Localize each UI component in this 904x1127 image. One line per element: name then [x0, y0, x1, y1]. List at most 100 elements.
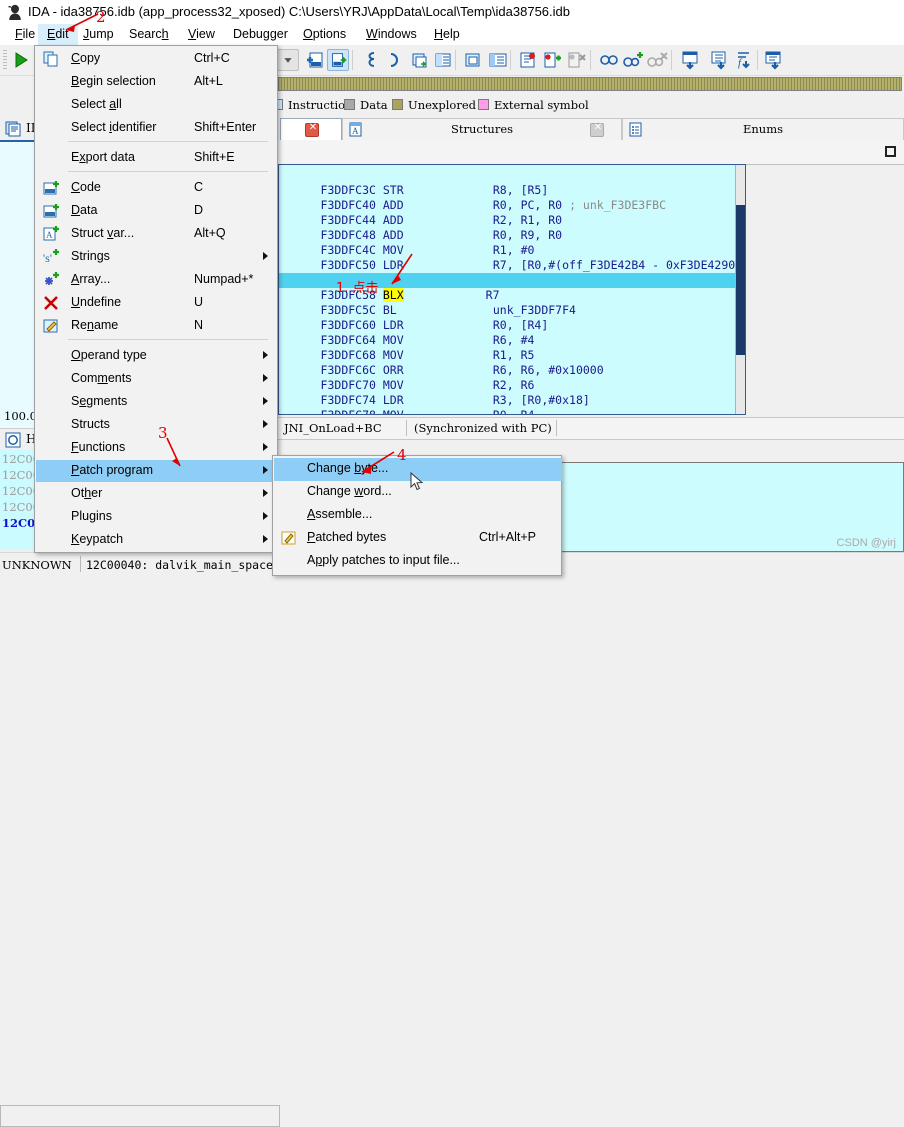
step-out-icon[interactable] — [763, 49, 785, 71]
code-line[interactable]: F3DDFC3C STR R8, [R5] — [279, 168, 745, 197]
submenu-arrow-icon — [263, 420, 268, 428]
code-line[interactable]: F3DDFC48 ADD R0, R9, R0 — [279, 213, 745, 242]
tab-close-button-structures[interactable]: ✕ — [590, 122, 604, 137]
undo-icon[interactable] — [384, 49, 406, 71]
graph-view-icon[interactable] — [462, 49, 484, 71]
code-operands: R0, R4 — [493, 408, 535, 414]
menu-view[interactable]: View — [179, 24, 224, 45]
menu-item-assemble[interactable]: Assemble... — [274, 504, 562, 527]
menu-item-rename[interactable]: Rename N — [36, 315, 278, 337]
menu-item-strings[interactable]: 's' Strings — [36, 246, 278, 268]
undefine-icon — [44, 296, 58, 310]
legend-label-unexplored: Unexplored — [408, 98, 477, 112]
menu-item-select-identifier[interactable]: Select identifier Shift+Enter — [36, 117, 278, 139]
tab-structures[interactable]: A Structures ✕ — [342, 118, 622, 140]
scrollbar-thumb[interactable] — [736, 205, 745, 355]
menu-item-patched-bytes[interactable]: Patched bytes Ctrl+Alt+P — [274, 527, 562, 550]
code-line[interactable]: F3DDFC54 SUBR0, R11, #-var_20 — [279, 258, 745, 287]
flow-chart-icon[interactable] — [487, 49, 509, 71]
code-line[interactable]: F3DDFC74 LDR R3, [R0,#0x18] — [279, 378, 745, 407]
code-mnemonic: MOV — [383, 408, 493, 414]
data-icon — [43, 204, 59, 218]
menu-item-comments[interactable]: Comments — [36, 368, 278, 390]
navigation-band[interactable] — [278, 77, 902, 91]
menu-bar: File Edit Jump Search View Debugger Opti… — [0, 24, 904, 45]
menu-item-data[interactable]: Data D — [36, 200, 278, 222]
menu-label: Comments — [71, 371, 132, 385]
code-line[interactable]: F3DDFC6C ORR R6, R6, #0x10000 — [279, 348, 745, 377]
code-line[interactable]: F3DDFC40 ADD R0, PC, R0 ; unk_F3DE3FBC — [279, 183, 745, 212]
menu-item-keypatch[interactable]: Keypatch — [36, 529, 278, 551]
run-button[interactable] — [10, 49, 32, 71]
code-line[interactable]: F3DDFC78 MOVR0, R4 — [279, 393, 745, 414]
chevron-down-icon[interactable] — [277, 49, 299, 71]
menu-item-operand-type[interactable]: Operand type — [36, 345, 278, 367]
code-icon — [43, 181, 59, 195]
run-to-cursor-icon[interactable]: f — [733, 49, 755, 71]
menu-label: Export data — [71, 150, 135, 164]
tab-ida-view[interactable]: ✕ — [280, 118, 342, 140]
menu-item-apply-patches[interactable]: Apply patches to input file... — [274, 550, 562, 573]
strings-icon: 's' — [43, 249, 59, 265]
make-code-button[interactable] — [303, 49, 325, 71]
code-line[interactable]: F3DDFC44 ADD R2, R1, R0 — [279, 198, 745, 227]
tab-label-structures: Structures — [450, 122, 514, 136]
legend-swatch-external — [478, 99, 489, 110]
tab-enums[interactable]: Enums — [622, 118, 904, 140]
code-line[interactable]: F3DDFC64 MOV R6, #4 — [279, 318, 745, 347]
menu-accel: Ctrl+C — [194, 51, 230, 65]
disassembly-scrollbar[interactable] — [735, 165, 745, 414]
step-into-icon[interactable] — [679, 49, 701, 71]
window-new-icon[interactable] — [432, 49, 454, 71]
menu-item-structs[interactable]: Structs — [36, 414, 278, 436]
edit-dropdown-menu: Copy Ctrl+C Begin selection Alt+L Select… — [34, 45, 278, 553]
menu-item-select-all[interactable]: Select all — [36, 94, 278, 116]
menu-label: Array... — [71, 272, 111, 286]
menu-accel: Shift+Enter — [194, 120, 257, 134]
code-address: F3DDFC78 — [321, 408, 376, 414]
patched-bytes-icon — [281, 531, 296, 545]
toolbar-grip[interactable] — [3, 50, 7, 70]
breakpoint-delete-icon[interactable] — [565, 49, 587, 71]
breakpoint-list-icon[interactable] — [517, 49, 539, 71]
current-location-label: JNI_OnLoad+BC — [284, 421, 382, 435]
menu-item-plugins[interactable]: Plugins — [36, 506, 278, 528]
window-copy-icon[interactable] — [408, 49, 430, 71]
menu-label: Structs — [71, 417, 110, 431]
code-line[interactable]: F3DDFC68 MOV R1, R5 — [279, 333, 745, 362]
menu-item-struct-var[interactable]: A Struct var... Alt+Q — [36, 223, 278, 245]
code-line[interactable]: F3DDFC50 LDR R7, [R0,#(off_F3DE42B4 - 0xF… — [279, 243, 745, 272]
menu-item-undefine[interactable]: Undefine U — [36, 292, 278, 314]
menu-label: Patch program — [71, 463, 153, 477]
menu-item-begin-selection[interactable]: Begin selection Alt+L — [36, 71, 278, 93]
submenu-arrow-icon — [263, 535, 268, 543]
make-data-button[interactable] — [327, 49, 349, 71]
menu-label: Undefine — [71, 295, 122, 309]
code-line[interactable]: F3DDFC4C MOV R1, #0 — [279, 228, 745, 257]
menu-item-export-data[interactable]: Export data Shift+E — [36, 147, 278, 169]
legend-swatch-unexplored — [392, 99, 403, 110]
menu-item-copy[interactable]: Copy Ctrl+C — [36, 48, 278, 70]
menu-item-other[interactable]: Other — [36, 483, 278, 505]
menu-debugger[interactable]: Debugger — [224, 24, 297, 45]
menu-item-array[interactable]: Array... Numpad+* — [36, 269, 278, 291]
breakpoint-add-icon[interactable] — [541, 49, 563, 71]
struct-var-icon: A — [43, 226, 59, 241]
code-line[interactable]: F3DDFC70 MOV R2, R6 — [279, 363, 745, 392]
watch-delete-icon[interactable] — [646, 49, 668, 71]
menu-windows[interactable]: Windows — [357, 24, 426, 45]
menu-options[interactable]: Options — [294, 24, 355, 45]
menu-item-segments[interactable]: Segments — [36, 391, 278, 413]
menu-help[interactable]: Help — [425, 24, 469, 45]
maximize-pane-button[interactable] — [885, 146, 896, 157]
menu-item-code[interactable]: Code C — [36, 177, 278, 199]
menu-search[interactable]: Search — [120, 24, 178, 45]
jump-arrow-icon[interactable] — [360, 49, 382, 71]
step-over-icon[interactable] — [709, 49, 731, 71]
code-line[interactable]: F3DDFC60 LDR R0, [R4] — [279, 303, 745, 332]
legend-label-external: External symbol — [494, 98, 589, 112]
watch-add-icon[interactable] — [622, 49, 644, 71]
tab-close-button-idaview[interactable]: ✕ — [305, 122, 319, 137]
annotation-number-2: 2 — [96, 8, 106, 26]
watch-list-icon[interactable] — [598, 49, 620, 71]
